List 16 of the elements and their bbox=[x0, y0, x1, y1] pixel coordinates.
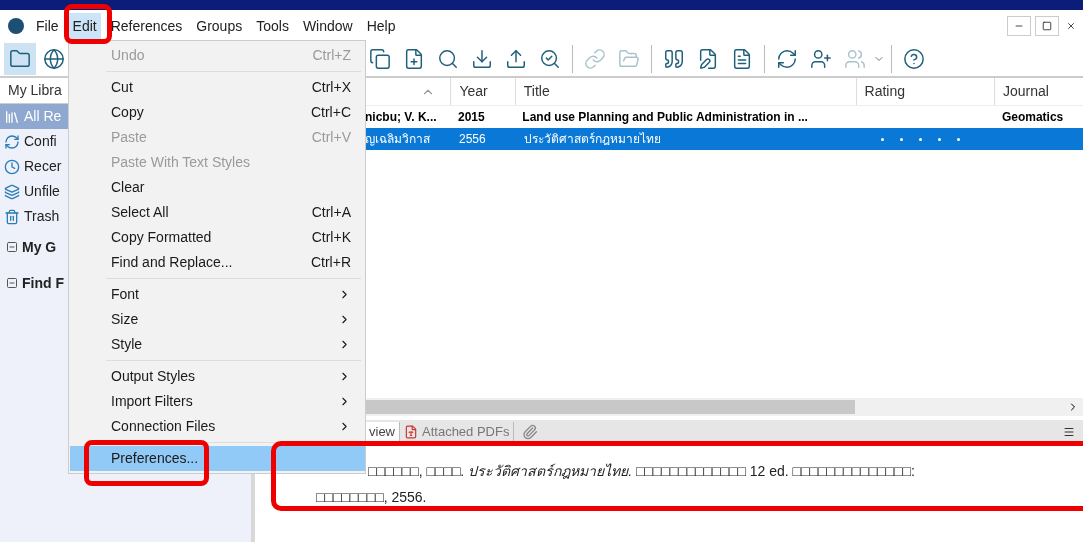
table-cell-text: 2556 bbox=[458, 131, 487, 148]
table-cell-text: ประวัติศาสตร์กฎหมายไทย bbox=[523, 131, 662, 148]
table-cell-text: 2015 bbox=[456, 109, 486, 126]
table-cell-text: Geomatics bbox=[1000, 109, 1065, 126]
shortcut-text: Ctrl+V bbox=[311, 128, 351, 147]
citation-text: □□□□□□□□, 2556. bbox=[316, 488, 428, 507]
shortcut-text: Ctrl+Z bbox=[312, 46, 351, 65]
shortcut-text: Ctrl+X bbox=[311, 78, 351, 97]
shortcut-text: Ctrl+A bbox=[311, 203, 351, 222]
shortcut-text: Ctrl+C bbox=[310, 103, 351, 122]
shortcut-text: Ctrl+R bbox=[310, 253, 351, 272]
citation-text: □□□□□□, □□□□. ประวัติศาสตร์กฎหมายไทย. □□□□□□□□□□□□□ 12 ed. □□□□□□□□□□□□□□: bbox=[368, 462, 916, 481]
table-cell-text: Land use Planning and Public Administration in ... bbox=[521, 109, 809, 126]
table-cell-text: ญเฉลิมวิกาส bbox=[365, 131, 430, 148]
shortcut-text: Ctrl+K bbox=[311, 228, 351, 247]
table-cell-text: nicbu; V. K... bbox=[365, 109, 437, 126]
